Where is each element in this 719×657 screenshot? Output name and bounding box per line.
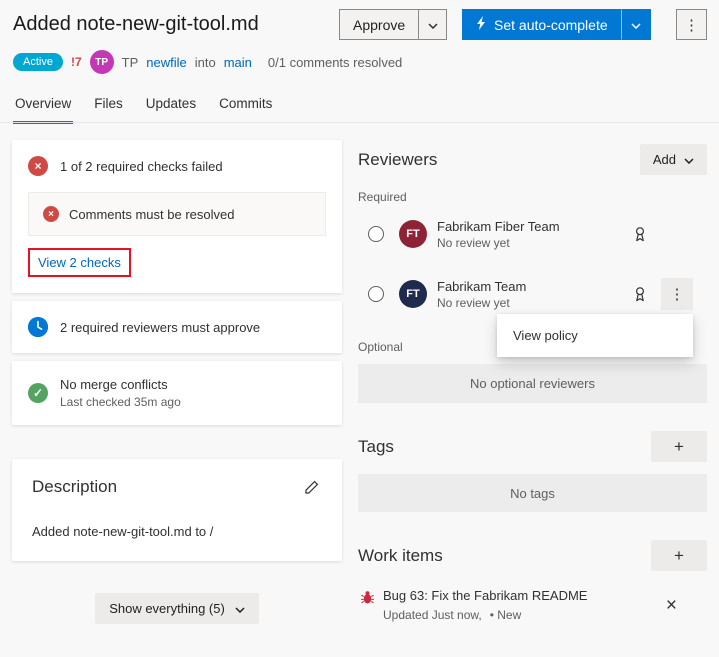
merge-last-checked: Last checked 35m ago (60, 395, 181, 409)
reviewer-row: FT Fabrikam Team No review yet ⋮ (358, 274, 707, 314)
tab-updates[interactable]: Updates (144, 92, 198, 124)
failed-checks-summary: 1 of 2 required checks failed (60, 158, 223, 174)
into-label: into (194, 54, 216, 70)
plus-icon: + (674, 545, 684, 565)
page-title: Added note-new-git-tool.md (13, 13, 259, 35)
reviewers-title: Reviewers (358, 149, 438, 169)
vote-status-circle (368, 286, 384, 302)
reviewer-row: FT Fabrikam Fiber Team No review yet (358, 214, 707, 254)
auto-complete-dropdown-button[interactable] (620, 9, 651, 40)
vote-status-circle (368, 226, 384, 242)
target-branch-link[interactable]: main (224, 55, 252, 70)
plus-icon: + (674, 436, 684, 456)
status-column: × 1 of 2 required checks failed × Commen… (12, 140, 342, 624)
description-title: Description (32, 477, 118, 496)
reviewer-more-actions-button[interactable]: ⋮ (661, 278, 693, 310)
approve-dropdown-button[interactable] (418, 9, 448, 40)
policy-badge-icon (633, 286, 647, 302)
chevron-down-icon (631, 17, 641, 32)
add-reviewer-button[interactable]: Add (639, 144, 707, 175)
edit-description-button[interactable] (302, 477, 322, 500)
author-avatar: TP (89, 50, 114, 74)
show-everything-label: Show everything (5) (109, 601, 225, 616)
auto-complete-split-button: Set auto-complete (462, 9, 651, 40)
close-icon: × (665, 595, 677, 616)
work-item-row: Bug 63: Fix the Fabrikam README Updated … (360, 588, 707, 622)
reviewers-required-label: 2 required reviewers must approve (60, 319, 261, 335)
no-optional-reviewers-box: No optional reviewers (358, 364, 707, 403)
set-auto-complete-label: Set auto-complete (494, 16, 608, 33)
add-work-item-button[interactable]: + (651, 540, 707, 571)
reviewer-name: Fabrikam Fiber Team (437, 218, 560, 234)
reviewer-context-menu: View policy (497, 314, 693, 357)
tab-overview[interactable]: Overview (13, 92, 74, 124)
auto-complete-bolt-icon (475, 16, 487, 33)
tab-commits[interactable]: Commits (217, 92, 274, 124)
comments-resolved-count: 0/1 comments resolved (267, 54, 403, 70)
tags-header: Tags + (358, 431, 707, 462)
annotation-highlight-box: View 2 checks (28, 248, 131, 277)
chevron-down-icon (684, 152, 694, 167)
tab-files[interactable]: Files (92, 92, 125, 124)
failed-check-icon: × (28, 156, 48, 176)
success-check-icon: ✓ (28, 383, 48, 403)
more-actions-button[interactable]: ⋮ (676, 9, 707, 40)
pull-request-overview-page: Added note-new-git-tool.md Approve Set a… (0, 0, 719, 657)
merge-status-card: ✓ No merge conflicts Last checked 35m ag… (12, 361, 342, 425)
reviewer-name: Fabrikam Team (437, 278, 527, 294)
tags-title: Tags (358, 436, 394, 456)
reviewer-status: No review yet (437, 235, 510, 250)
add-tag-button[interactable]: + (651, 431, 707, 462)
work-item-title[interactable]: Bug 63: Fix the Fabrikam README (383, 588, 707, 603)
work-items-title: Work items (358, 545, 443, 565)
reviewer-avatar: FT (399, 220, 427, 248)
reviewers-header: Reviewers Add (358, 144, 707, 175)
chevron-down-icon (235, 601, 245, 616)
pr-meta-row: Active !7 TP TP newfile into main 0/1 co… (13, 50, 402, 74)
kebab-icon: ⋮ (669, 286, 685, 303)
optional-group-label: Optional (358, 340, 403, 354)
reviewer-avatar: FT (399, 280, 427, 308)
author-name: TP (121, 54, 139, 70)
pencil-icon (304, 480, 320, 498)
required-group-label: Required (358, 190, 407, 204)
reviewer-status: No review yet (437, 295, 510, 310)
remove-work-item-button[interactable]: × (666, 596, 677, 615)
description-text: Added note-new-git-tool.md to / (32, 524, 214, 539)
work-item-updated: Updated Just now, (383, 608, 482, 622)
comments-check-status: × Comments must be resolved (28, 192, 326, 236)
comments-check-label: Comments must be resolved (69, 206, 235, 222)
waiting-clock-icon (28, 317, 48, 337)
work-items-header: Work items + (358, 540, 707, 571)
bug-icon (360, 590, 375, 605)
no-tags-box: No tags (358, 474, 707, 512)
chevron-down-icon (428, 17, 438, 32)
source-branch-link[interactable]: newfile (146, 55, 186, 70)
status-badge: Active (13, 53, 63, 71)
approve-split-button: Approve (339, 9, 448, 40)
description-card: Description Added note-new-git-tool.md t… (12, 459, 342, 561)
failed-check-icon: × (43, 206, 59, 222)
approve-button[interactable]: Approve (339, 9, 419, 40)
tab-divider (0, 122, 719, 123)
alert-count: !7 (70, 55, 82, 69)
kebab-icon: ⋮ (684, 16, 699, 34)
menu-item-view-policy[interactable]: View policy (497, 314, 693, 357)
details-column: Reviewers Add Required FT Fabrikam Fiber… (358, 140, 707, 657)
policy-badge-icon (633, 226, 647, 242)
required-checks-card: × 1 of 2 required checks failed × Commen… (12, 140, 342, 293)
merge-status-label: No merge conflicts (60, 377, 168, 392)
pr-tab-bar: Overview Files Updates Commits (13, 92, 274, 124)
work-item-state: • New (489, 608, 522, 622)
set-auto-complete-button[interactable]: Set auto-complete (462, 9, 621, 40)
add-reviewer-label: Add (652, 152, 676, 167)
show-everything-button[interactable]: Show everything (5) (95, 593, 259, 624)
required-reviewers-card: 2 required reviewers must approve (12, 301, 342, 353)
view-checks-link[interactable]: View 2 checks (38, 255, 121, 270)
